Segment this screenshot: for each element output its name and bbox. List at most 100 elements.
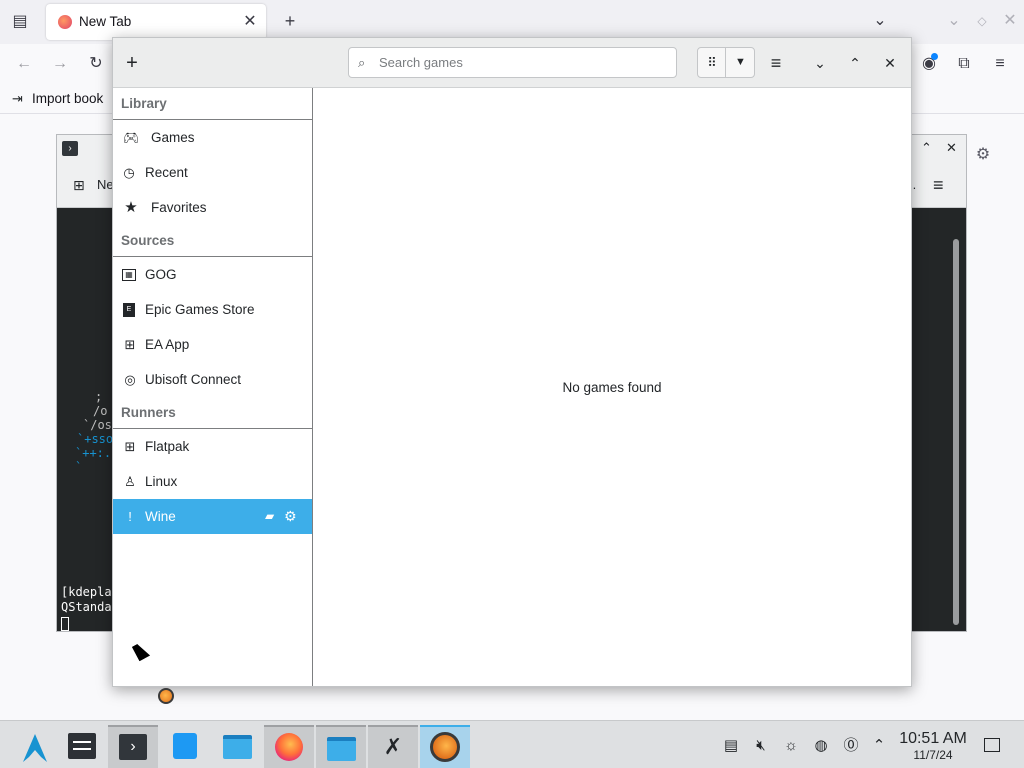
ascii-line: `+sso [77, 432, 114, 446]
task-dolphin-2[interactable] [316, 725, 366, 768]
forward-icon[interactable]: → [50, 56, 70, 72]
maximize-icon[interactable]: ⌃ [842, 48, 868, 78]
sidebar-item-ea-app[interactable]: ⊞ EA App [113, 327, 312, 362]
x-icon: ✗ [383, 734, 403, 759]
new-tab-icon[interactable]: ⊞ [73, 177, 85, 194]
clock-icon: ◷ [123, 165, 135, 180]
lutris-icon [430, 732, 460, 762]
clock[interactable]: 10:51 AM 11/7/24 [896, 730, 970, 762]
task-firefox[interactable] [264, 725, 314, 768]
hamburger-menu-icon[interactable]: ≡ [933, 175, 944, 196]
sidebar-item-favorites[interactable]: ★ Favorites [113, 190, 312, 225]
search-input[interactable] [379, 48, 669, 77]
sidebar-item-epic-games-store[interactable]: E Epic Games Store [113, 292, 312, 327]
ea-icon: ⊞ [124, 337, 136, 352]
reload-icon[interactable]: ↻ [86, 56, 106, 72]
sidebar-item-label: Ubisoft Connect [145, 372, 242, 387]
ascii-logo: ; /o `/os `+sso `++:. ` [65, 390, 113, 474]
extensions-icon[interactable]: ⧉ [954, 56, 974, 72]
section-title: Library [121, 96, 167, 111]
minimize-icon[interactable]: ⌄ [807, 48, 833, 78]
back-icon[interactable]: ← [14, 56, 34, 72]
sidebar-item-label: Favorites [151, 200, 207, 215]
hamburger-menu-icon[interactable]: ≡ [763, 48, 789, 78]
folder-icon [327, 737, 356, 761]
sidebar-item-gog[interactable]: ▦ GOG [113, 257, 312, 292]
lutris-headerbar: + ⌕ ⠿ ▼ ≡ ⌄ ⌃ ✕ [113, 38, 911, 88]
ascii-line: `/os [83, 418, 112, 432]
close-window-icon[interactable]: ✕ [1000, 13, 1020, 29]
updates-icon[interactable]: ⓪ [842, 737, 860, 755]
sidebar-item-label: Linux [145, 474, 178, 489]
brightness-icon[interactable]: ☼ [782, 737, 800, 755]
grid-view-icon[interactable]: ⠿ [698, 48, 726, 77]
tray-expand-icon[interactable]: ⌃ [870, 737, 888, 755]
minimize-icon[interactable]: ⌄ [944, 13, 964, 29]
games-view: No games found [313, 88, 911, 686]
network-icon[interactable]: ◍ [812, 737, 830, 755]
clipboard-icon[interactable]: ▤ [722, 737, 740, 755]
add-game-button[interactable]: + [119, 48, 145, 78]
sidebar-item-label: Games [151, 130, 195, 145]
sidebar-item-wine[interactable]: ǃ Wine ▰ ⚙ [113, 499, 312, 534]
view-dropdown-icon[interactable]: ▼ [727, 48, 754, 77]
sidebar-item-linux[interactable]: ♙ Linux [113, 464, 312, 499]
flatpak-icon: ⊞ [124, 439, 136, 454]
search-icon: ⌕ [358, 55, 366, 70]
close-tab-icon[interactable]: ✕ [240, 14, 260, 30]
new-tab-icon[interactable]: + [280, 12, 300, 30]
terminal-cursor [61, 617, 69, 631]
tab-overview-icon[interactable]: ▤ [10, 14, 30, 30]
task-x-app[interactable]: ✗ [368, 725, 418, 768]
ascii-line: ; [95, 390, 103, 404]
terminal-icon: › [119, 734, 147, 760]
wine-icon: ǃ [128, 509, 132, 524]
firefox-icon [275, 733, 303, 761]
settings-gear-icon[interactable]: ⚙ [973, 147, 993, 163]
task-dolphin[interactable] [212, 725, 262, 768]
notification-dot [931, 53, 938, 60]
sidebar-item-ubisoft-connect[interactable]: ◎ Ubisoft Connect [113, 362, 312, 397]
arch-logo-icon [23, 734, 47, 762]
gamepad-icon: 🎮︎ [123, 130, 140, 145]
sidebar-item-recent[interactable]: ◷ Recent [113, 155, 312, 190]
gear-icon[interactable]: ⚙ [284, 508, 297, 525]
show-desktop-icon[interactable] [984, 738, 1000, 752]
app-launcher-button[interactable] [10, 725, 60, 768]
terminal-scrollbar[interactable] [953, 239, 959, 625]
section-sources: Sources [113, 225, 312, 257]
task-system-settings[interactable] [57, 725, 107, 768]
import-bookmarks-link[interactable]: Import book [32, 91, 103, 106]
close-icon[interactable]: ✕ [946, 140, 957, 156]
task-discover[interactable] [160, 725, 210, 768]
sidebar-item-label: Epic Games Store [145, 302, 255, 317]
sidebar: Library 🎮︎ Games ◷ Recent ★ Favorites So… [113, 88, 313, 704]
folder-icon [223, 735, 252, 759]
terminal-app-icon: › [62, 141, 78, 156]
ascii-line: `++:. [75, 446, 112, 460]
taskbar: › ✗ ▤ 🔇︎ ☼ ◍ ⓪ ⌃ 10:51 AM 11/7/24 [0, 720, 1024, 768]
section-runners: Runners [113, 397, 312, 429]
folder-icon[interactable]: ▰ [265, 509, 274, 523]
ascii-line: ` [75, 460, 83, 474]
tab-list-icon[interactable]: ⌄ [870, 13, 890, 29]
close-icon[interactable]: ✕ [877, 48, 903, 78]
lutris-logo-icon [158, 688, 174, 704]
section-title: Sources [121, 233, 175, 248]
maximize-icon[interactable]: ⌃ [921, 140, 932, 156]
maximize-icon[interactable]: ◇ [972, 13, 992, 29]
firefox-tab[interactable]: New Tab ✕ [46, 4, 266, 40]
epic-icon: E [123, 303, 135, 317]
task-konsole[interactable]: › [108, 725, 158, 768]
slider-line [73, 741, 91, 743]
ascii-line: /o [93, 404, 108, 418]
task-lutris[interactable] [420, 725, 470, 768]
sidebar-item-label: Flatpak [145, 439, 190, 454]
volume-muted-icon[interactable]: 🔇︎ [752, 737, 770, 755]
clock-date: 11/7/24 [913, 748, 953, 762]
menu-icon[interactable]: ≡ [990, 56, 1010, 72]
sidebar-item-games[interactable]: 🎮︎ Games [113, 120, 312, 155]
search-box[interactable]: ⌕ [348, 47, 677, 78]
sidebar-item-flatpak[interactable]: ⊞ Flatpak [113, 429, 312, 464]
view-toggle-group: ⠿ ▼ [697, 47, 755, 78]
